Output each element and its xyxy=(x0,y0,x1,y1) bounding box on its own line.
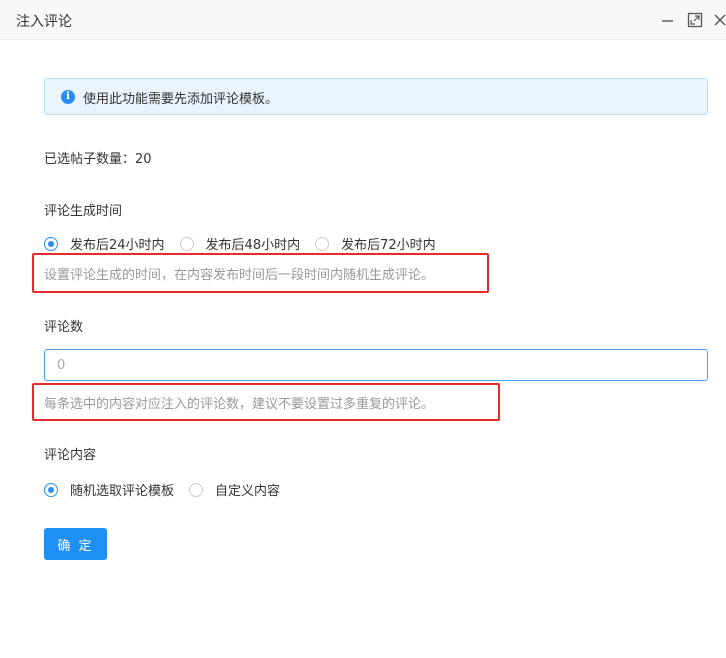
info-alert-text: 使用此功能需要先添加评论模板。 xyxy=(83,92,279,107)
dialog-title: 注入评论 xyxy=(16,14,72,30)
comment-time-label: 评论生成时间 xyxy=(44,204,123,219)
comment-count-label: 评论数 xyxy=(44,320,84,335)
comment-time-radio-group: 发布后24小时内 发布后48小时内 发布后72小时内 xyxy=(44,234,436,253)
radio-72h-circle[interactable] xyxy=(315,236,330,251)
radio-custom-content-circle[interactable] xyxy=(189,482,204,497)
radio-custom-content-label: 自定义内容 xyxy=(215,484,281,499)
selected-post-count: 已选帖子数量：20 xyxy=(44,148,152,167)
maximize-icon[interactable] xyxy=(686,11,704,29)
comment-count-hint: 每条选中的内容对应注入的评论数，建议不要设置过多重复的评论。 xyxy=(44,397,435,412)
radio-24h[interactable]: 发布后24小时内 xyxy=(44,234,165,253)
selected-count-label: 已选帖子数量： xyxy=(44,152,136,167)
radio-custom-content[interactable]: 自定义内容 xyxy=(189,480,280,499)
comment-content-radio-group: 随机选取评论模板 自定义内容 xyxy=(44,480,280,499)
radio-random-template[interactable]: 随机选取评论模板 xyxy=(44,480,174,499)
radio-48h-label: 发布后48小时内 xyxy=(205,238,301,253)
radio-random-template-circle[interactable] xyxy=(44,482,58,497)
confirm-button[interactable]: 确 定 xyxy=(44,528,107,560)
radio-72h-label: 发布后72小时内 xyxy=(341,238,436,253)
info-icon: i xyxy=(61,90,75,104)
radio-24h-circle[interactable] xyxy=(44,236,58,251)
radio-random-template-label: 随机选取评论模板 xyxy=(70,484,175,499)
comment-count-input[interactable] xyxy=(44,349,708,381)
radio-48h[interactable]: 发布后48小时内 xyxy=(179,234,301,253)
close-icon[interactable] xyxy=(711,11,726,29)
radio-24h-label: 发布后24小时内 xyxy=(70,238,165,253)
dialog-titlebar: 注入评论 xyxy=(0,0,726,40)
comment-time-hint: 设置评论生成的时间，在内容发布时间后一段时间内随机生成评论。 xyxy=(44,268,435,283)
info-alert: i 使用此功能需要先添加评论模板。 xyxy=(44,78,708,115)
radio-48h-circle[interactable] xyxy=(179,236,194,251)
minimize-icon[interactable] xyxy=(659,11,677,29)
comment-content-label: 评论内容 xyxy=(44,448,97,463)
selected-count-value: 20 xyxy=(135,152,152,167)
radio-72h[interactable]: 发布后72小时内 xyxy=(315,234,436,253)
